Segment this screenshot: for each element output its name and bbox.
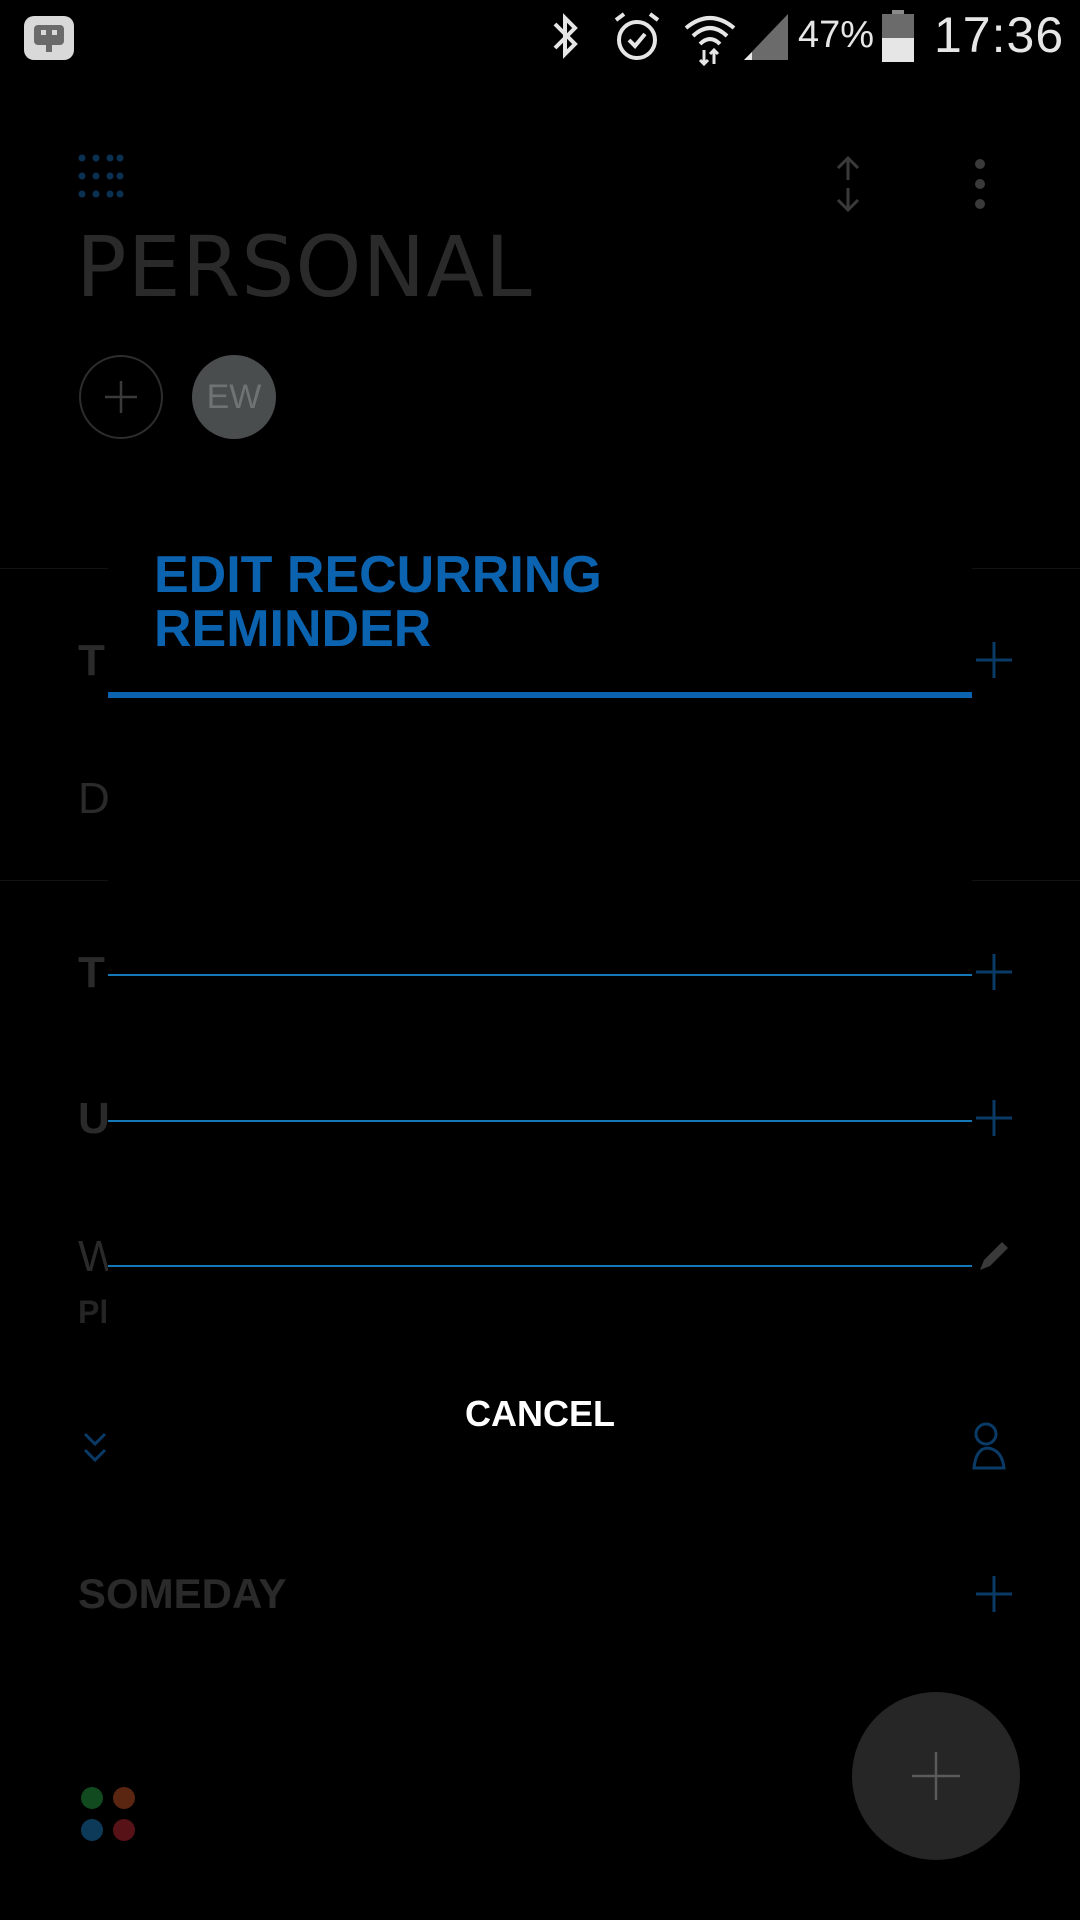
add-task-icon[interactable] — [974, 1574, 1014, 1614]
avatar[interactable]: EW — [192, 355, 276, 439]
add-task-icon[interactable] — [974, 640, 1014, 680]
battery-icon — [882, 10, 914, 62]
dialog-title-line-1: EDIT RECURRING — [154, 546, 602, 604]
grid-menu-icon[interactable] — [78, 154, 124, 200]
section-header-tomorrow: T — [78, 948, 105, 997]
option-field-3[interactable] — [108, 1207, 972, 1267]
add-member-button[interactable] — [79, 355, 163, 439]
person-icon[interactable] — [972, 1422, 1008, 1472]
screen: 47% 17:36 PERSONAL EW T D T U W Pl SOMED… — [0, 0, 1080, 1920]
dialog-title: EDIT RECURRING REMINDER — [154, 548, 914, 656]
field-underline — [108, 974, 972, 976]
edit-pencil-icon[interactable] — [974, 1234, 1016, 1276]
add-task-icon[interactable] — [974, 1098, 1014, 1138]
edit-recurring-reminder-dialog: EDIT RECURRING REMINDER CANCEL — [108, 532, 972, 1468]
status-bar: 47% 17:36 — [0, 0, 1080, 72]
app-notification-icon — [24, 16, 74, 60]
clock: 17:36 — [934, 7, 1065, 63]
sort-icon[interactable] — [832, 156, 864, 212]
bluetooth-icon — [553, 13, 578, 59]
section-header-upcoming: U — [78, 1094, 110, 1143]
field-underline — [108, 1120, 972, 1122]
battery-percentage: 47% — [798, 14, 875, 56]
cancel-button[interactable]: CANCEL — [108, 1374, 972, 1454]
task-subtitle: Pl — [78, 1294, 109, 1330]
alarm-icon — [614, 12, 660, 60]
option-field-2[interactable] — [108, 1062, 972, 1122]
field-underline — [108, 1265, 972, 1267]
app-logo-icon[interactable] — [80, 1786, 136, 1842]
more-options-icon[interactable] — [972, 158, 988, 210]
list-title: PERSONAL — [76, 218, 533, 316]
dialog-title-line-2: REMINDER — [154, 600, 432, 658]
signal-icon — [744, 14, 788, 60]
plus-icon — [105, 381, 137, 413]
task-row[interactable]: D — [78, 774, 110, 824]
add-floating-button[interactable] — [852, 1692, 1020, 1860]
option-field-1[interactable] — [108, 916, 972, 976]
section-header-someday: SOMEDAY — [78, 1570, 287, 1617]
title-divider — [108, 692, 972, 698]
expand-chevron-icon[interactable] — [82, 1430, 108, 1466]
add-task-icon[interactable] — [974, 952, 1014, 992]
plus-icon — [912, 1752, 960, 1800]
section-header-today: T — [78, 636, 105, 685]
wifi-icon — [684, 16, 736, 66]
